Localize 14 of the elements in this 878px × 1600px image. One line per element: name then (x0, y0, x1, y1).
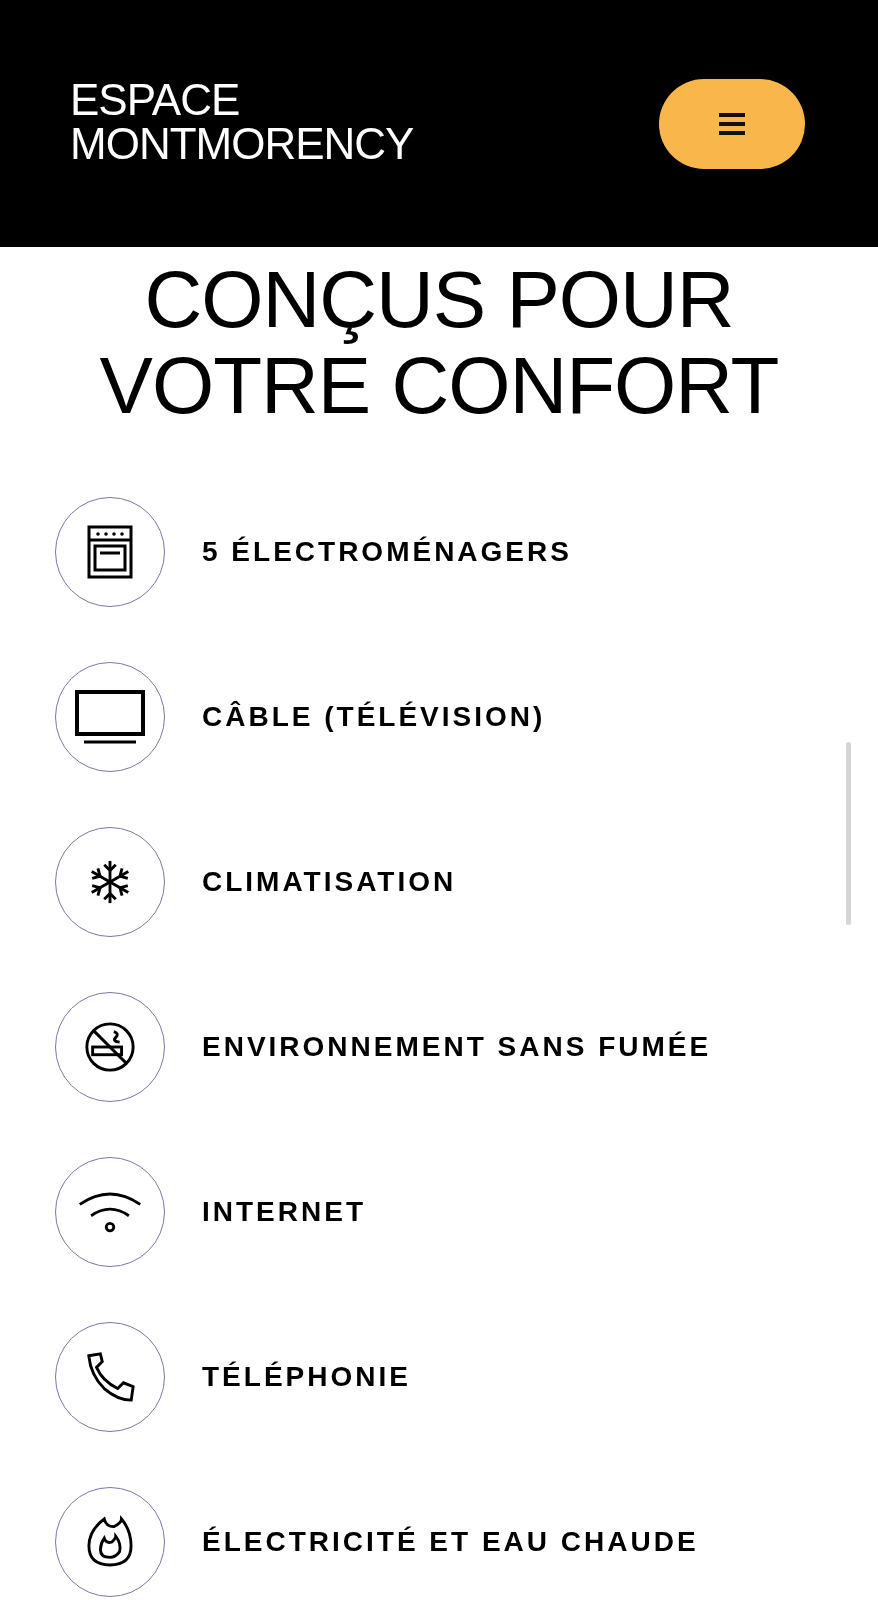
amenity-label: CLIMATISATION (202, 865, 457, 899)
amenity-label: CÂBLE (TÉLÉVISION) (202, 700, 546, 734)
site-logo[interactable]: ESPACE MONTMORENCY (70, 77, 414, 170)
amenity-label: INTERNET (202, 1195, 366, 1229)
amenity-label: 5 ÉLECTROMÉNAGERS (202, 535, 572, 569)
oven-icon (86, 524, 134, 580)
television-icon (74, 689, 146, 745)
section-heading: CONÇUS POUR VOTRE CONFORT (98, 257, 780, 429)
flame-icon (87, 1515, 133, 1569)
amenity-label: TÉLÉPHONIE (202, 1360, 411, 1394)
no-smoking-icon (83, 1020, 137, 1074)
amenity-label: ENVIRONNEMENT SANS FUMÉE (202, 1030, 712, 1064)
amenity-label: ÉLECTRICITÉ ET EAU CHAUDE (202, 1525, 699, 1559)
menu-icon (719, 112, 745, 135)
